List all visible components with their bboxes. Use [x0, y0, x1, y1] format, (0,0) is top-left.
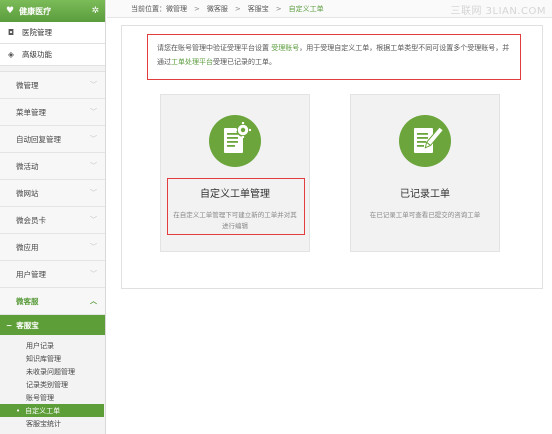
chevron-down-icon: ﹀	[90, 162, 97, 170]
menu-label: 微会员卡	[16, 215, 46, 225]
accept-account-link[interactable]: 受理账号	[271, 44, 299, 52]
menu-label: 自动回复管理	[16, 134, 61, 144]
subitem-custom-ticket[interactable]: • 自定义工单	[0, 404, 104, 417]
notice-text: 请您在账号管理中验证受理平台设置	[157, 44, 269, 52]
brand-bar[interactable]: ♥ 健康医疗 ✲	[0, 0, 105, 22]
subitem-label: 知识库管理	[26, 354, 61, 363]
subitem-label: 未收录问题管理	[26, 367, 75, 376]
subitem-label: 记录类别管理	[26, 380, 68, 389]
submenu-head-label: 客服宝	[16, 320, 39, 330]
notice-box: 请您在账号管理中验证受理平台设置 受理账号，用于受理自定义工单，根据工单类型不同…	[147, 34, 521, 80]
menu-apps[interactable]: 微应用 ﹀	[0, 234, 105, 261]
recorded-tickets-card[interactable]: 已记录工单 在已记录工单可查看已提交的咨询工单	[350, 94, 500, 252]
menu-label: 微应用	[16, 242, 39, 252]
sidebar-item-label: 高级功能	[22, 50, 52, 59]
breadcrumb-item[interactable]: 微客服	[207, 4, 228, 14]
menu-label: 微客服	[16, 296, 39, 306]
menu-label: 菜单管理	[16, 107, 46, 117]
card-title: 已记录工单	[400, 189, 450, 200]
menu-membercard[interactable]: 微会员卡 ﹀	[0, 207, 105, 234]
sidebar-item-advanced[interactable]: ◈ 高级功能	[0, 44, 105, 66]
breadcrumb-item[interactable]: 微管理	[166, 4, 187, 14]
menu-label: 微网站	[16, 188, 39, 198]
menu-users[interactable]: 用户管理 ﹀	[0, 261, 105, 288]
breadcrumb-current: 自定义工单	[288, 4, 324, 13]
chevron-down-icon: ﹀	[90, 216, 97, 224]
breadcrumb-separator: >	[234, 4, 241, 13]
camera-icon: ◘	[7, 28, 15, 37]
submenu-head-kefubao[interactable]: − 客服宝	[0, 315, 105, 335]
breadcrumb-separator: >	[275, 4, 282, 13]
ticket-platform-link[interactable]: 工单处理平台	[171, 58, 213, 66]
bullet-icon: •	[16, 406, 21, 415]
breadcrumb-prefix: 当前位置：	[131, 4, 166, 13]
subitem-user-records[interactable]: 用户记录	[0, 339, 105, 352]
chevron-down-icon: ﹀	[90, 270, 97, 278]
menu-weiguanli[interactable]: 微管理 ﹀	[0, 72, 105, 99]
subitem-label: 账号管理	[26, 393, 54, 402]
chevron-up-icon: ︿	[90, 297, 97, 305]
menu-website[interactable]: 微网站 ﹀	[0, 180, 105, 207]
main-content: 当前位置： 微管理 > 微客服 > 客服宝 > 自定义工单 三联网 3LIAN.…	[107, 0, 552, 434]
notice-text: 受理已记录的工单。	[213, 58, 276, 66]
document-gear-icon	[209, 115, 261, 167]
chevron-down-icon: ﹀	[90, 81, 97, 89]
menu-customer-service[interactable]: 微客服 ︿	[0, 288, 105, 315]
chevron-down-icon: ﹀	[90, 243, 97, 251]
chevron-down-icon: ﹀	[90, 135, 97, 143]
minus-icon: −	[6, 320, 13, 330]
brand-title: 健康医疗	[19, 6, 52, 16]
chevron-down-icon: ﹀	[90, 189, 97, 197]
heart-icon: ♥	[6, 6, 15, 16]
document-pencil-icon	[399, 115, 451, 167]
menu-autoreply[interactable]: 自动回复管理 ﹀	[0, 126, 105, 153]
watermark: 三联网 3LIAN.COM	[450, 6, 546, 17]
menu-label: 微管理	[16, 80, 39, 90]
breadcrumb-item[interactable]: 客服宝	[248, 4, 269, 14]
subitem-unrecorded-questions[interactable]: 未收录问题管理	[0, 365, 105, 378]
subitem-label: 用户记录	[26, 341, 54, 350]
menu-label: 用户管理	[16, 269, 46, 279]
subitem-label: 客服宝统计	[26, 419, 61, 428]
subitem-label: 自定义工单	[25, 406, 61, 415]
gear-icon[interactable]: ✲	[91, 6, 99, 16]
subitem-account-management[interactable]: 账号管理	[0, 391, 105, 404]
sidebar: ♥ 健康医疗 ✲ ◘ 医院管理 ◈ 高级功能 微管理 ﹀ 菜单管理 ﹀ 自动回复管理…	[0, 0, 106, 434]
content-panel: 请您在账号管理中验证受理平台设置 受理账号，用于受理自定义工单，根据工单类型不同…	[121, 25, 543, 289]
subitem-record-categories[interactable]: 记录类别管理	[0, 378, 105, 391]
sidebar-item-label: 医院管理	[22, 28, 52, 37]
highlight-frame	[167, 178, 305, 235]
cube-icon: ◈	[7, 50, 15, 59]
subitem-kefubao-stats[interactable]: 客服宝统计	[0, 417, 105, 430]
subitem-knowledge-base[interactable]: 知识库管理	[0, 352, 105, 365]
chevron-down-icon: ﹀	[90, 108, 97, 116]
menu-label: 微活动	[16, 161, 39, 171]
menu-activity[interactable]: 微活动 ﹀	[0, 153, 105, 180]
custom-ticket-management-card[interactable]: 自定义工单管理 在自定义工单管理下可建立新的工单并对其进行编辑	[160, 94, 310, 252]
card-description: 在已记录工单可查看已提交的咨询工单	[369, 211, 481, 219]
sidebar-item-hospital[interactable]: ◘ 医院管理	[0, 22, 105, 44]
menu-caidan[interactable]: 菜单管理 ﹀	[0, 99, 105, 126]
breadcrumb-separator: >	[194, 4, 200, 13]
